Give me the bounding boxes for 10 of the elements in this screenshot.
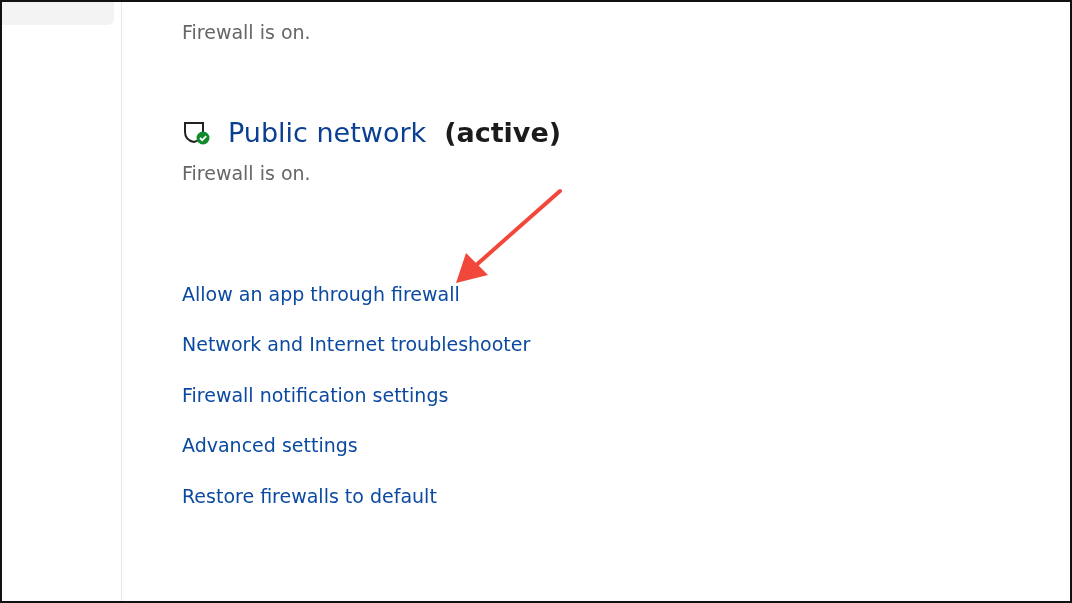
sidebar-item[interactable] <box>2 2 114 25</box>
settings-link[interactable]: Network and Internet troubleshooter <box>182 330 531 359</box>
settings-link[interactable]: Allow an app through firewall <box>182 279 460 308</box>
settings-link[interactable]: Firewall notification settings <box>182 380 449 409</box>
network-title: Public network <box>228 115 427 150</box>
status-text: Firewall is on. <box>182 20 312 45</box>
settings-link[interactable]: Advanced settings <box>182 431 358 460</box>
network-state: (active) <box>444 115 562 150</box>
settings-link[interactable]: Restore firewalls to default <box>182 481 437 510</box>
status-text: Firewall is on. <box>182 161 312 186</box>
